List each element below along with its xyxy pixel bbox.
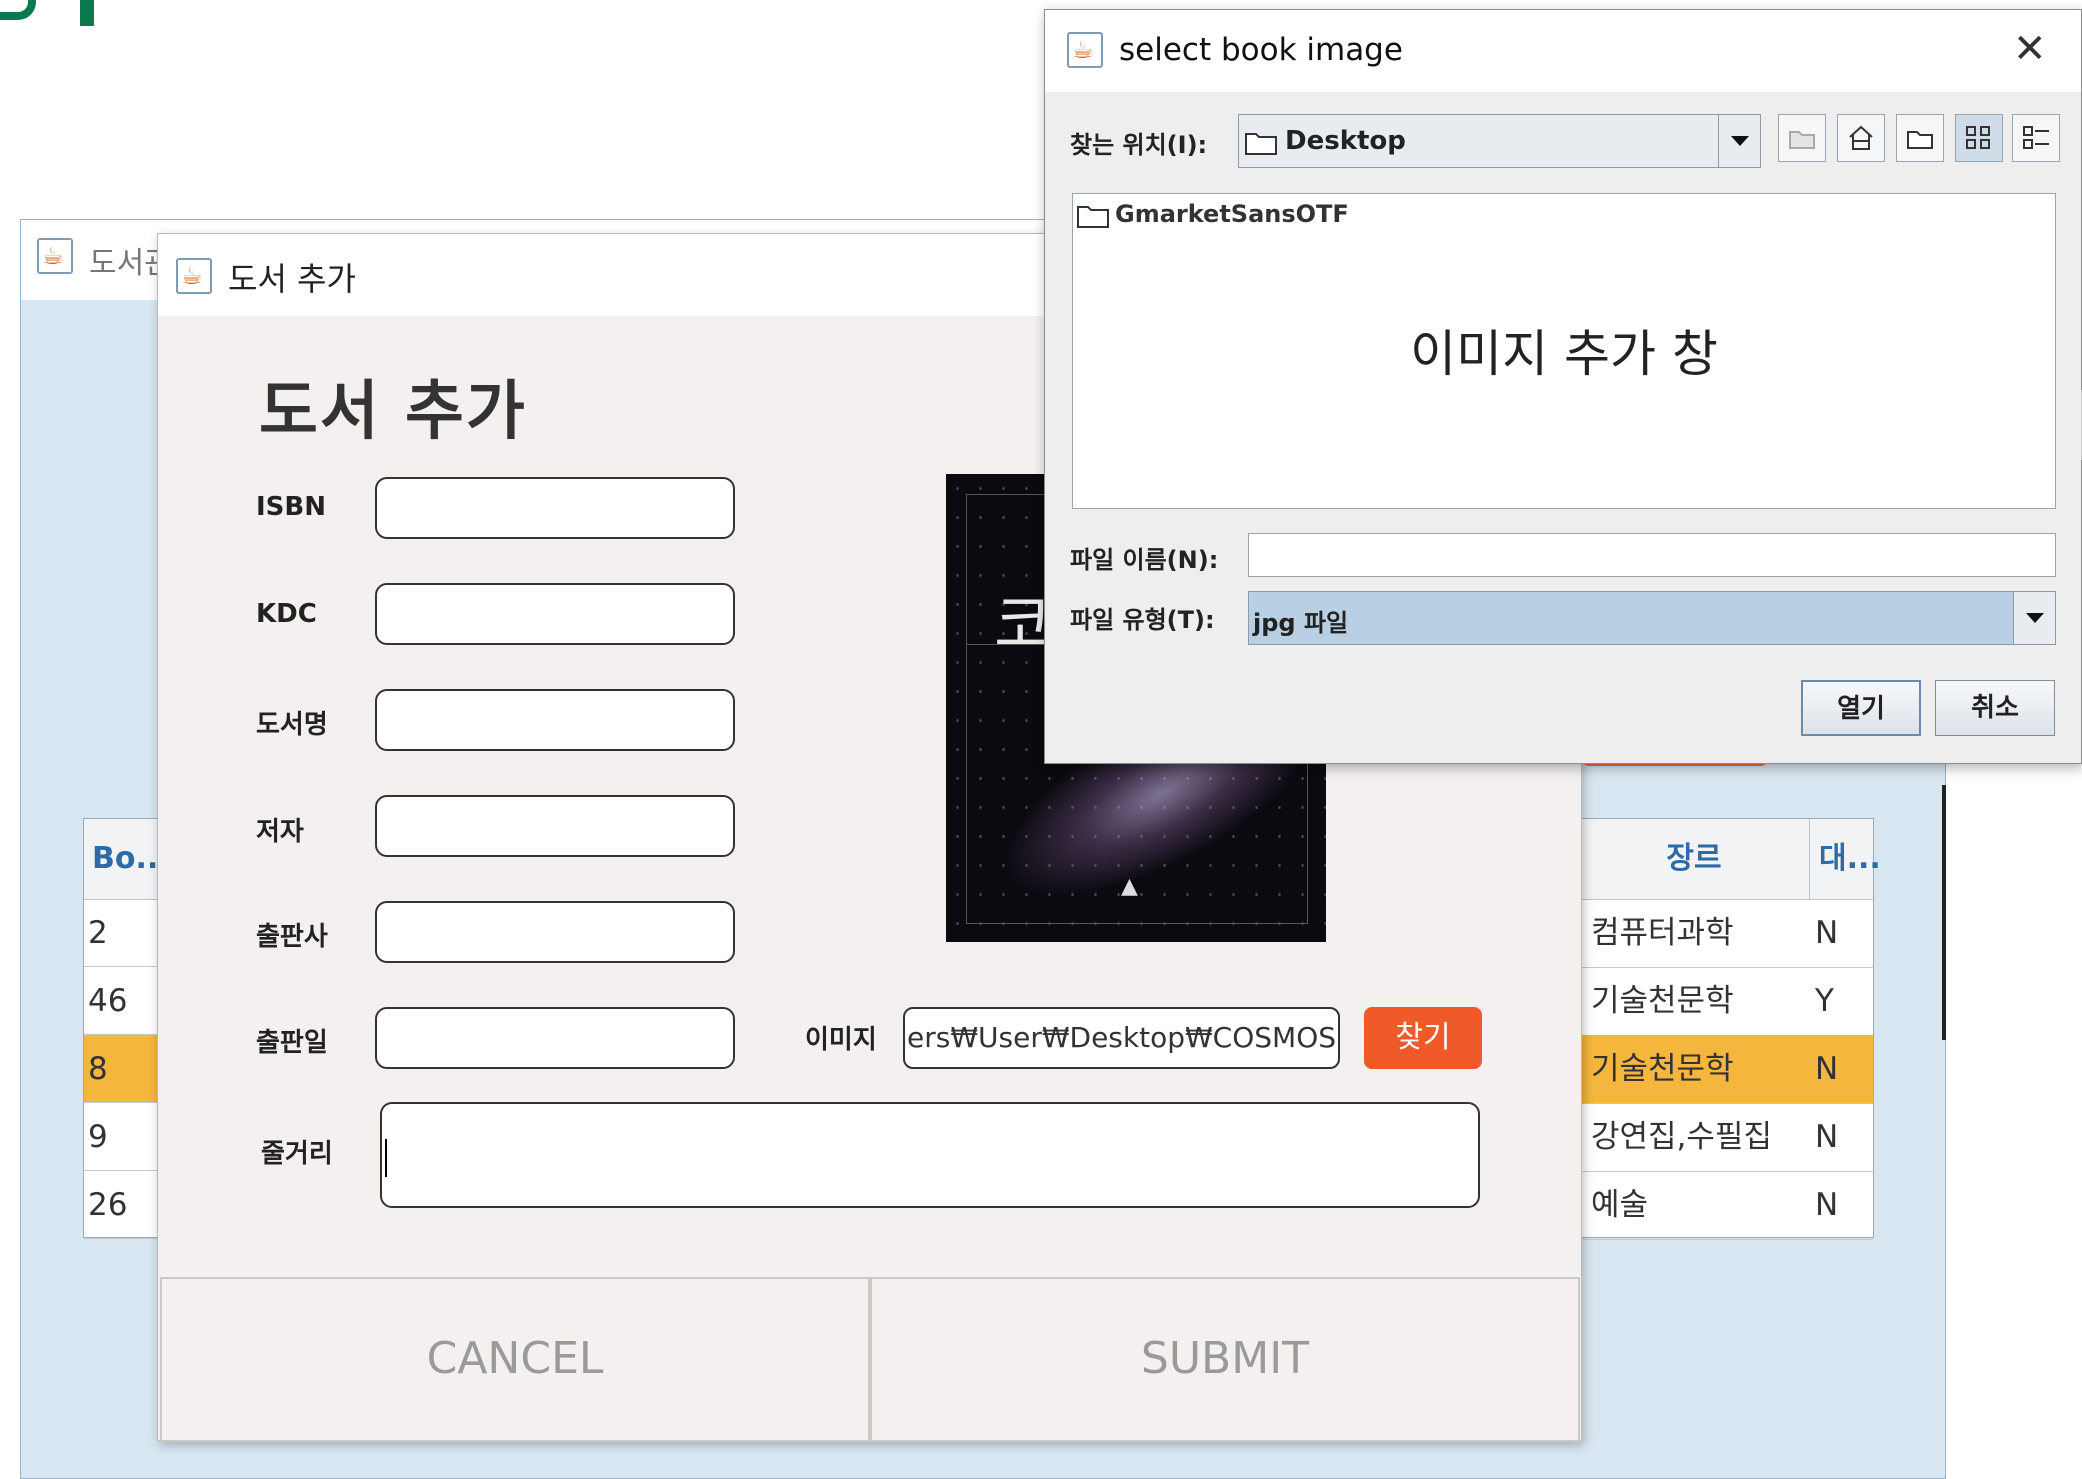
table-row[interactable]: 9 — [84, 1103, 162, 1171]
details-view-button[interactable] — [2012, 114, 2060, 162]
chevron-down-icon[interactable] — [2013, 592, 2055, 644]
table-row-selected[interactable]: 8 — [84, 1035, 162, 1103]
find-image-button[interactable]: 찾기 — [1364, 1007, 1482, 1069]
plot-textarea[interactable] — [380, 1102, 1480, 1208]
up-folder-button[interactable] — [1778, 114, 1826, 162]
isbn-field[interactable] — [375, 477, 735, 539]
new-folder-icon — [1907, 131, 1933, 149]
author-label: 저자 — [256, 817, 304, 847]
file-list[interactable]: GmarketSansOTF 이미지 추가 창 — [1072, 193, 2056, 509]
plot-label: 줄거리 — [261, 1139, 333, 1169]
java-app-icon — [37, 238, 73, 274]
file-chooser-title: select book image — [1119, 32, 1403, 68]
details-view-icon — [2023, 126, 2049, 149]
add-dialog-title: 도서 추가 — [228, 260, 356, 298]
table-row-selected[interactable]: 기술천문학 N — [1579, 1035, 1873, 1104]
publisher-field[interactable] — [375, 901, 735, 963]
folder-icon — [1245, 133, 1277, 155]
publisher-label: 출판사 — [256, 922, 328, 952]
table-row[interactable]: 46 — [84, 967, 162, 1035]
list-view-icon — [1966, 126, 1990, 149]
table-row[interactable]: 컴퓨터과학 N — [1579, 899, 1873, 968]
list-item[interactable]: GmarketSansOTF — [1077, 200, 1349, 228]
home-icon — [1849, 125, 1873, 150]
publisher-logo-icon: ▲ — [1121, 874, 1138, 899]
new-folder-button[interactable] — [1896, 114, 1944, 162]
column-header-rental[interactable]: 대... — [1819, 819, 1881, 899]
folder-icon — [1077, 206, 1109, 228]
home-button[interactable] — [1837, 114, 1885, 162]
file-type-value: jpg 파일 — [1253, 609, 1349, 637]
java-app-icon — [176, 258, 212, 294]
file-name-label: 파일 이름(N): — [1070, 546, 1219, 574]
genre-cell: 강연집,수필집 — [1591, 1119, 1772, 1155]
look-in-value: Desktop — [1285, 126, 1406, 156]
up-folder-icon — [1789, 131, 1815, 149]
rental-cell: Y — [1815, 983, 1834, 1019]
pub-date-field[interactable] — [375, 1007, 735, 1069]
text-caret — [385, 1139, 387, 1177]
rental-cell: N — [1815, 1119, 1839, 1155]
table-row[interactable]: 예술 N — [1579, 1171, 1873, 1240]
file-chooser-titlebar: select book image ✕ — [1045, 10, 2081, 92]
page-title: 도서 추가 — [259, 375, 527, 449]
isbn-label: ISBN — [256, 492, 326, 522]
file-type-label: 파일 유형(T): — [1070, 606, 1215, 634]
slide-decoration — [0, 0, 110, 26]
kdc-field[interactable] — [375, 583, 735, 645]
file-name-input[interactable] — [1248, 533, 2056, 577]
list-view-button[interactable] — [1955, 114, 2003, 162]
genre-cell: 예술 — [1591, 1187, 1649, 1223]
title-label: 도서명 — [256, 710, 328, 740]
book-table-right: 장르 대... 컴퓨터과학 N 기술천문학 Y 기술천문학 N 강연집,수필집 … — [1578, 818, 1881, 1240]
kdc-label: KDC — [256, 599, 317, 629]
close-icon[interactable]: ✕ — [2013, 26, 2047, 72]
book-table-left: Bo... 2 46 8 9 26 — [83, 818, 170, 1239]
table-row[interactable]: 26 — [84, 1171, 162, 1239]
image-label: 이미지 — [805, 1025, 877, 1055]
chevron-down-icon[interactable] — [1718, 115, 1760, 167]
table-row[interactable]: 강연집,수필집 N — [1579, 1103, 1873, 1172]
open-button[interactable]: 열기 — [1801, 680, 1921, 736]
cancel-file-button[interactable]: 취소 — [1935, 680, 2055, 736]
genre-cell: 기술천문학 — [1591, 983, 1734, 1019]
column-header-genre[interactable]: 장르 — [1579, 819, 1810, 899]
rental-cell: N — [1815, 1051, 1839, 1087]
genre-cell: 컴퓨터과학 — [1591, 915, 1734, 951]
file-type-combo[interactable]: jpg 파일 — [1248, 591, 2056, 645]
file-name: GmarketSansOTF — [1115, 200, 1349, 228]
table-row[interactable]: 기술천문학 Y — [1579, 967, 1873, 1036]
pub-date-label: 출판일 — [256, 1028, 328, 1058]
cancel-button[interactable]: CANCEL — [160, 1277, 870, 1442]
window-edge — [1942, 785, 1946, 1040]
file-chooser-dialog: select book image ✕ 찾는 위치(I): Desktop Gm… — [1044, 9, 2082, 764]
author-field[interactable] — [375, 795, 735, 857]
image-add-caption: 이미지 추가 창 — [1410, 325, 1718, 383]
table-header: 장르 대... — [1579, 819, 1881, 900]
title-field[interactable] — [375, 689, 735, 751]
submit-button[interactable]: SUBMIT — [870, 1277, 1580, 1442]
java-app-icon — [1067, 32, 1103, 68]
look-in-label: 찾는 위치(I): — [1070, 131, 1208, 159]
image-path-field[interactable]: ers₩User₩Desktop₩COSMOS.jpg — [903, 1007, 1340, 1069]
look-in-combo[interactable]: Desktop — [1238, 114, 1761, 168]
rental-cell: N — [1815, 1187, 1839, 1223]
genre-cell: 기술천문학 — [1591, 1051, 1734, 1087]
table-header[interactable]: Bo... — [84, 819, 170, 900]
table-row[interactable]: 2 — [84, 899, 162, 967]
rental-cell: N — [1815, 915, 1839, 951]
